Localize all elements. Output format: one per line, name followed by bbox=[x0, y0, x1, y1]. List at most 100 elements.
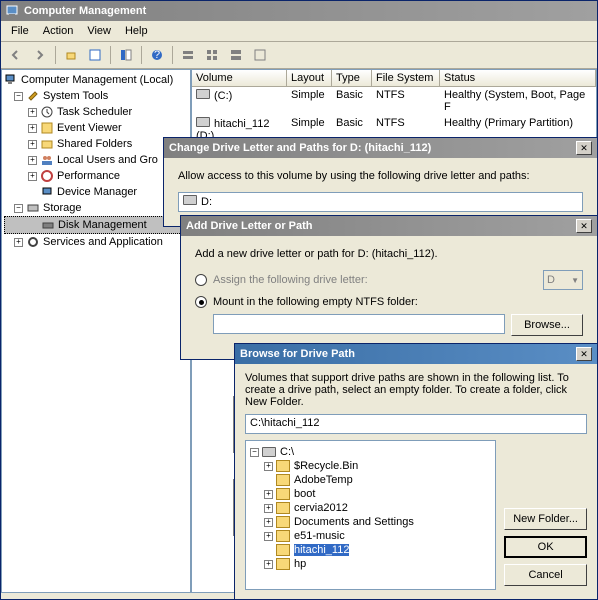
properties-button[interactable] bbox=[84, 44, 106, 66]
browse-drive-path-dialog: Browse for Drive Path ✕ Volumes that sup… bbox=[234, 343, 598, 600]
dlg1-title: Change Drive Letter and Paths for D: (hi… bbox=[169, 142, 576, 154]
selected-path-input[interactable]: C:\hitachi_112 bbox=[245, 414, 587, 434]
folder-icon bbox=[276, 502, 290, 514]
separator bbox=[55, 46, 56, 64]
radio-icon[interactable] bbox=[195, 296, 207, 308]
menu-view[interactable]: View bbox=[81, 23, 117, 39]
close-button[interactable]: ✕ bbox=[576, 347, 592, 361]
tree-local-users[interactable]: +Local Users and Gro bbox=[4, 152, 188, 168]
tree-system-tools[interactable]: −System Tools bbox=[4, 88, 188, 104]
view3-button[interactable] bbox=[225, 44, 247, 66]
menu-file[interactable]: File bbox=[5, 23, 35, 39]
folder-item[interactable]: +boot bbox=[250, 487, 491, 501]
browse-button[interactable]: Browse... bbox=[511, 314, 583, 336]
close-button[interactable]: ✕ bbox=[576, 219, 592, 233]
drive-icon bbox=[262, 447, 276, 457]
expand-icon[interactable]: + bbox=[264, 532, 273, 541]
folder-icon bbox=[276, 488, 290, 500]
folder-tree[interactable]: −C:\ +$Recycle.Bin AdobeTemp +boot +cerv… bbox=[245, 440, 496, 590]
expand-icon[interactable]: + bbox=[28, 108, 37, 117]
add-drive-letter-dialog: Add Drive Letter or Path ✕ Add a new dri… bbox=[180, 215, 598, 360]
view4-button[interactable] bbox=[249, 44, 271, 66]
expand-icon[interactable]: + bbox=[264, 518, 273, 527]
event-icon bbox=[40, 121, 54, 135]
up-button[interactable] bbox=[60, 44, 82, 66]
expand-icon[interactable]: + bbox=[264, 490, 273, 499]
perf-icon bbox=[40, 169, 54, 183]
expand-icon[interactable]: + bbox=[14, 238, 23, 247]
cancel-button[interactable]: Cancel bbox=[504, 564, 587, 586]
new-folder-button[interactable]: New Folder... bbox=[504, 508, 587, 530]
separator bbox=[110, 46, 111, 64]
drive-icon bbox=[196, 117, 210, 127]
drive-paths-list[interactable]: D: bbox=[178, 192, 583, 212]
ok-button[interactable]: OK bbox=[504, 536, 587, 558]
volume-row-c[interactable]: (C:) Simple Basic NTFS Healthy (System, … bbox=[192, 87, 596, 115]
tree-storage[interactable]: −Storage bbox=[4, 200, 188, 216]
folder-item-selected[interactable]: hitachi_112 bbox=[250, 543, 491, 557]
expand-icon[interactable]: + bbox=[28, 124, 37, 133]
tree-services[interactable]: +Services and Application bbox=[4, 234, 188, 250]
header-status[interactable]: Status bbox=[440, 70, 596, 86]
expand-icon[interactable]: + bbox=[28, 140, 37, 149]
radio-mount-folder[interactable]: Mount in the following empty NTFS folder… bbox=[195, 296, 583, 308]
tree-device-manager[interactable]: Device Manager bbox=[4, 184, 188, 200]
collapse-icon[interactable]: − bbox=[14, 204, 23, 213]
menu-action[interactable]: Action bbox=[37, 23, 80, 39]
forward-button[interactable] bbox=[29, 44, 51, 66]
dlg2-titlebar: Add Drive Letter or Path ✕ bbox=[181, 216, 597, 236]
collapse-icon[interactable]: − bbox=[14, 92, 23, 101]
dlg2-text: Add a new drive letter or path for D: (h… bbox=[195, 248, 583, 260]
expand-icon[interactable]: + bbox=[28, 172, 37, 181]
dlg3-text: Volumes that support drive paths are sho… bbox=[245, 372, 587, 408]
header-type[interactable]: Type bbox=[332, 70, 372, 86]
computer-icon bbox=[4, 73, 18, 87]
back-button[interactable] bbox=[5, 44, 27, 66]
users-icon bbox=[40, 153, 54, 167]
folder-item[interactable]: +hp bbox=[250, 557, 491, 571]
radio-icon bbox=[195, 274, 207, 286]
header-filesystem[interactable]: File System bbox=[372, 70, 440, 86]
view1-button[interactable] bbox=[177, 44, 199, 66]
tree-shared-folders[interactable]: +Shared Folders bbox=[4, 136, 188, 152]
folder-path-input[interactable] bbox=[213, 314, 505, 334]
drive-letter-dropdown: D▼ bbox=[543, 270, 583, 290]
tree-disk-management[interactable]: Disk Management bbox=[4, 216, 188, 234]
header-volume[interactable]: Volume bbox=[192, 70, 287, 86]
menu-help[interactable]: Help bbox=[119, 23, 154, 39]
folder-icon bbox=[276, 530, 290, 542]
close-button[interactable]: ✕ bbox=[576, 141, 592, 155]
folder-item[interactable]: +$Recycle.Bin bbox=[250, 459, 491, 473]
dlg3-body: Volumes that support drive paths are sho… bbox=[235, 364, 597, 598]
help-button[interactable]: ? bbox=[146, 44, 168, 66]
folder-root[interactable]: −C:\ bbox=[250, 445, 491, 459]
drive-icon bbox=[196, 89, 210, 99]
dlg3-titlebar: Browse for Drive Path ✕ bbox=[235, 344, 597, 364]
main-title: Computer Management bbox=[24, 5, 592, 17]
expand-icon[interactable]: + bbox=[264, 504, 273, 513]
svg-text:?: ? bbox=[154, 49, 160, 61]
tree-event-viewer[interactable]: +Event Viewer bbox=[4, 120, 188, 136]
radio-assign-letter: Assign the following drive letter: D▼ bbox=[195, 270, 583, 290]
menubar: File Action View Help bbox=[1, 21, 597, 42]
toolbar: ? bbox=[1, 42, 597, 69]
tree-root[interactable]: Computer Management (Local) bbox=[4, 72, 188, 88]
expand-icon[interactable]: + bbox=[28, 156, 37, 165]
services-icon bbox=[26, 235, 40, 249]
app-icon bbox=[6, 4, 20, 18]
show-hide-button[interactable] bbox=[115, 44, 137, 66]
folder-item[interactable]: AdobeTemp bbox=[250, 473, 491, 487]
expand-icon[interactable]: + bbox=[264, 560, 273, 569]
tree-performance[interactable]: +Performance bbox=[4, 168, 188, 184]
list-header: Volume Layout Type File System Status bbox=[192, 70, 596, 87]
view2-button[interactable] bbox=[201, 44, 223, 66]
folder-icon bbox=[276, 558, 290, 570]
folder-item[interactable]: +cervia2012 bbox=[250, 501, 491, 515]
folder-icon bbox=[276, 460, 290, 472]
header-layout[interactable]: Layout bbox=[287, 70, 332, 86]
folder-item[interactable]: +Documents and Settings bbox=[250, 515, 491, 529]
expand-icon[interactable]: + bbox=[264, 462, 273, 471]
collapse-icon[interactable]: − bbox=[250, 448, 259, 457]
tree-task-scheduler[interactable]: +Task Scheduler bbox=[4, 104, 188, 120]
folder-item[interactable]: +e51-music bbox=[250, 529, 491, 543]
